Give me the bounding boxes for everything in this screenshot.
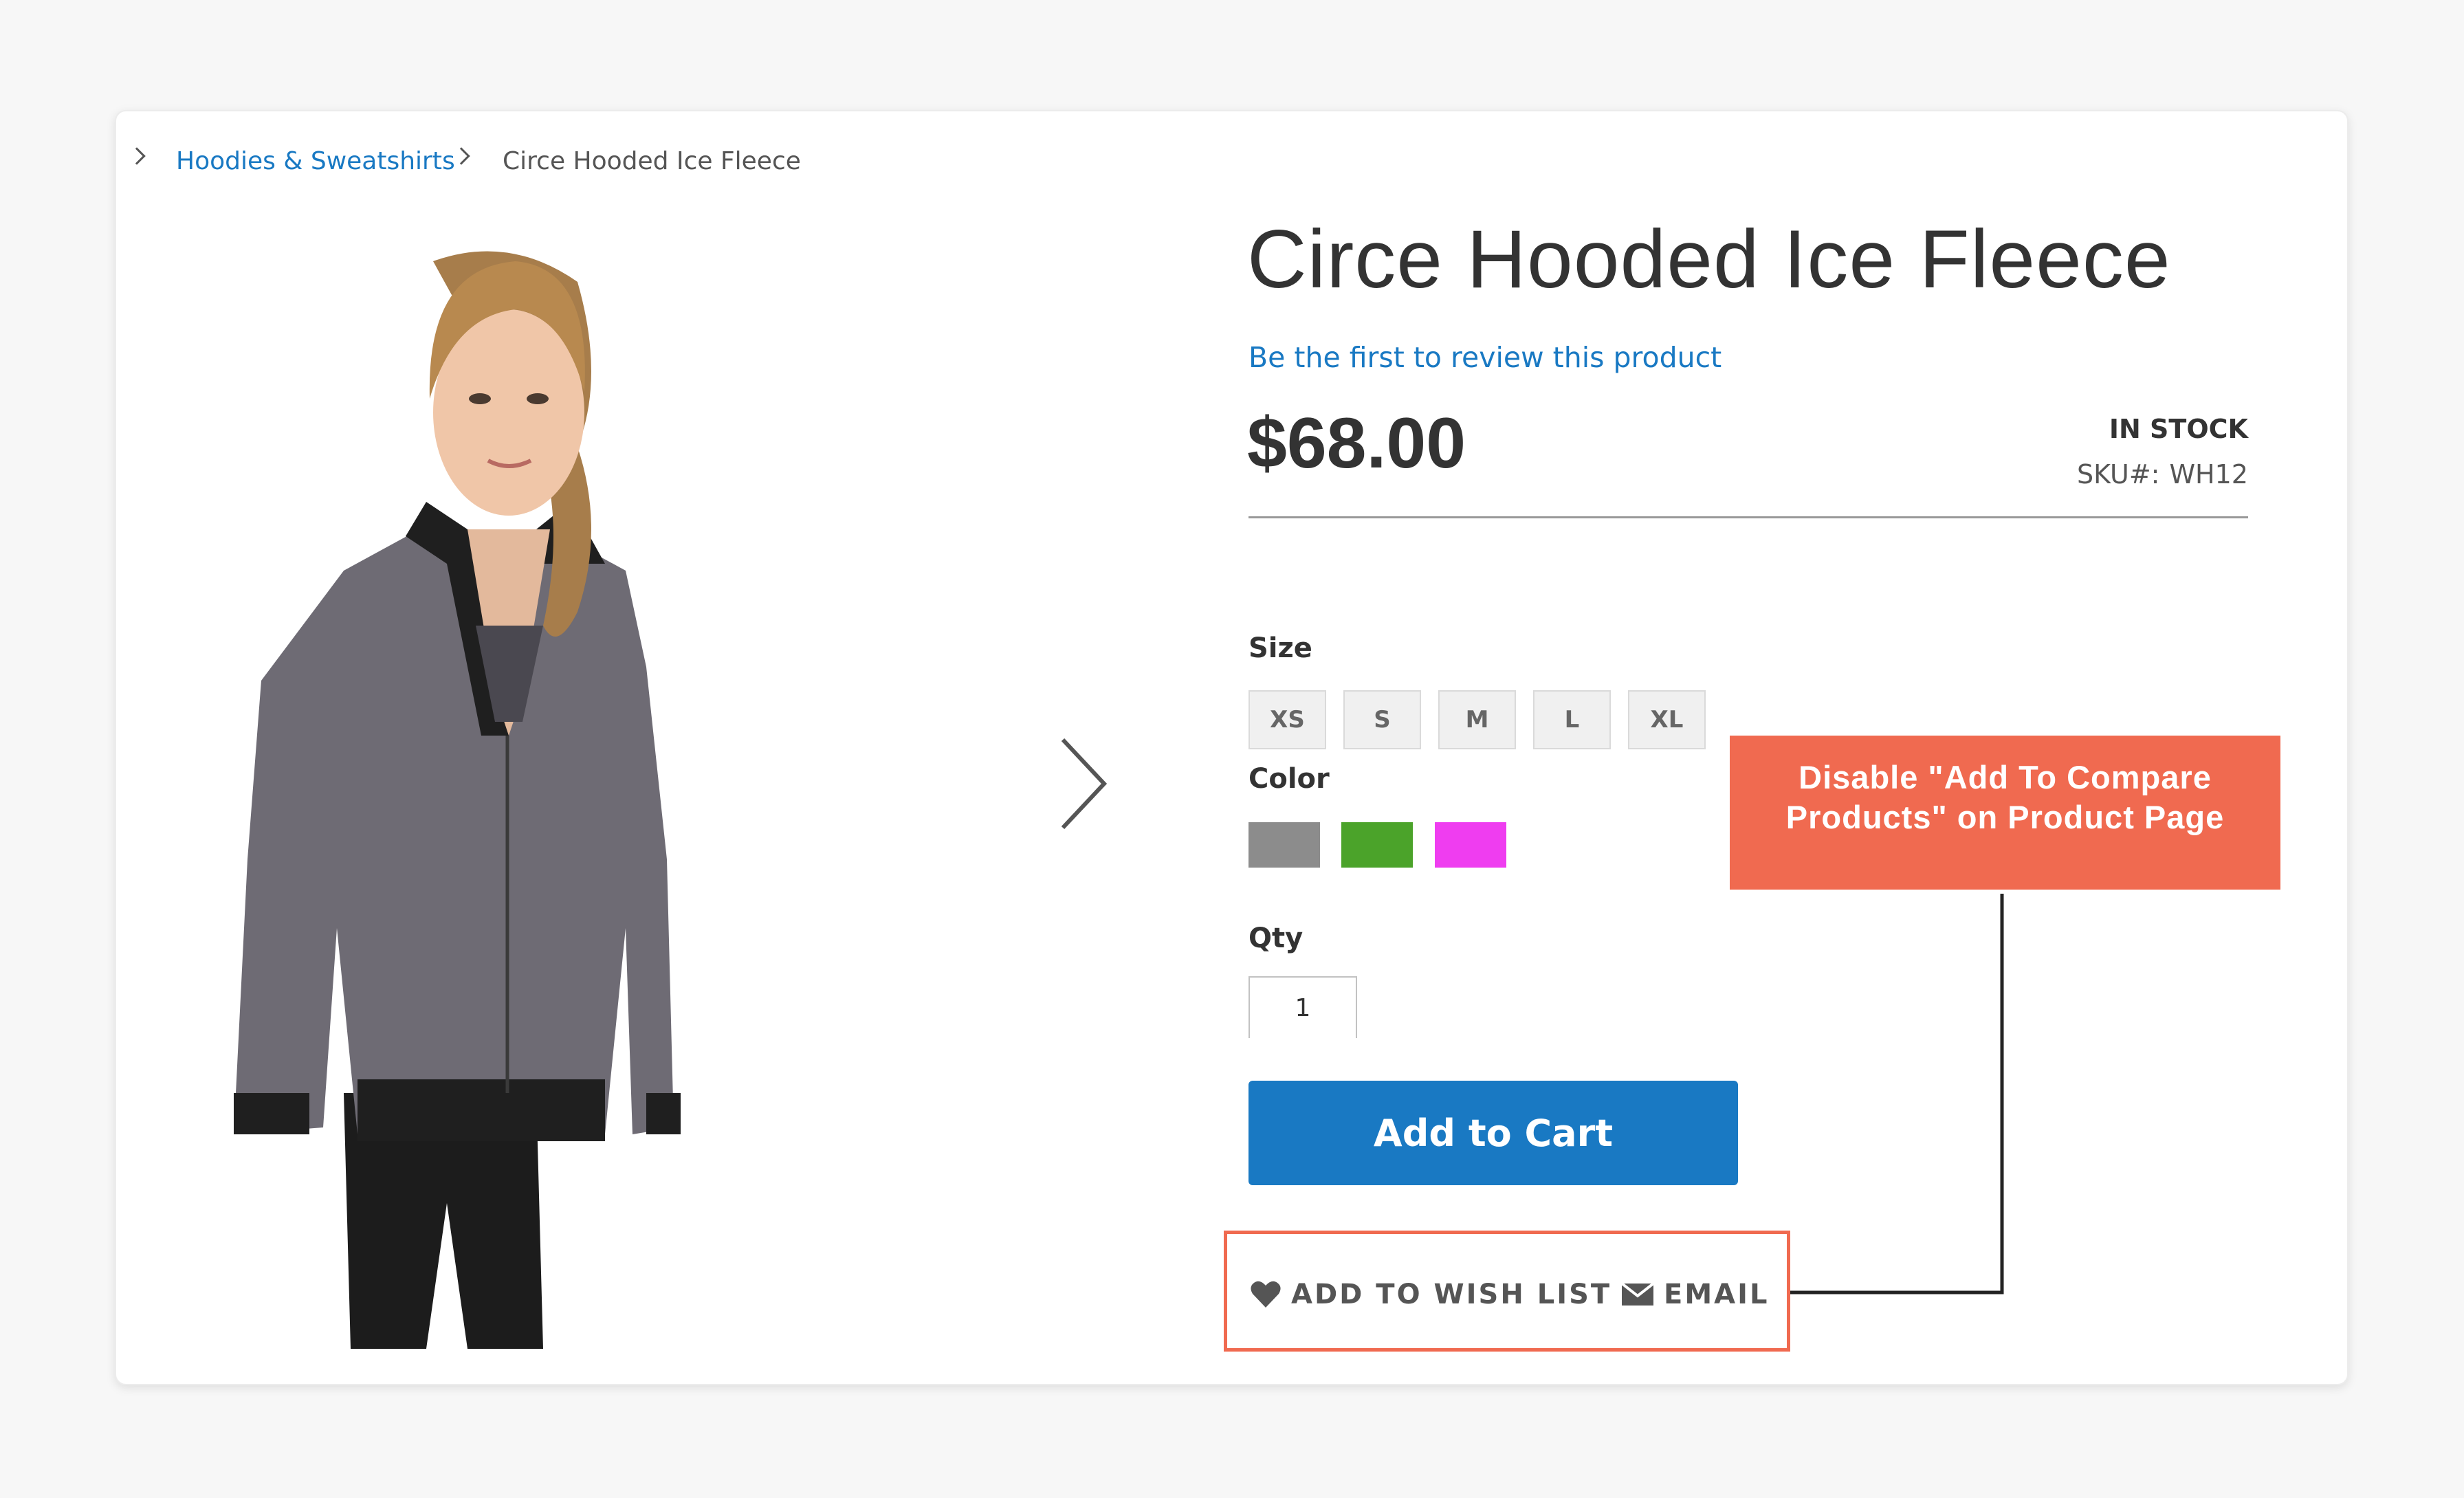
size-swatch-xs[interactable]: XS [1248, 690, 1326, 749]
breadcrumb-current: Circe Hooded Ice Fleece [503, 147, 801, 175]
gallery-next-arrow-icon[interactable] [1056, 736, 1111, 832]
email-link[interactable]: EMAIL [1621, 1279, 1769, 1310]
breadcrumb-category-link[interactable]: Hoodies & Sweatshirts [176, 147, 455, 175]
sku-label: SKU#: [2077, 459, 2160, 489]
email-label: EMAIL [1664, 1279, 1770, 1310]
size-swatch-m[interactable]: M [1438, 690, 1516, 749]
wishlist-label: ADD TO WISH LIST [1291, 1279, 1612, 1310]
color-label: Color [1248, 763, 1330, 795]
annotation-line-2: Products" on Product Page [1785, 799, 2225, 835]
stock-status: IN STOCK [2109, 414, 2248, 444]
qty-input[interactable] [1248, 976, 1357, 1038]
heart-icon [1251, 1281, 1281, 1308]
product-image [234, 251, 681, 1349]
size-swatch-l[interactable]: L [1533, 690, 1611, 749]
annotation-callout: Disable "Add To Compare Products" on Pro… [1730, 736, 2280, 890]
qty-label: Qty [1248, 923, 1304, 954]
color-swatch-pink[interactable] [1435, 822, 1506, 868]
size-swatch-s[interactable]: S [1343, 690, 1421, 749]
divider [1248, 516, 2248, 518]
size-swatch-xl[interactable]: XL [1628, 690, 1706, 749]
add-to-cart-button[interactable]: Add to Cart [1248, 1081, 1738, 1185]
product-title: Circe Hooded Ice Fleece [1247, 213, 2171, 305]
add-to-wishlist-link[interactable]: ADD TO WISH LIST [1250, 1279, 1612, 1310]
annotation-line-1: Disable "Add To Compare [1798, 759, 2212, 795]
review-link[interactable]: Be the first to review this product [1248, 341, 1722, 374]
size-label: Size [1248, 632, 1312, 664]
color-swatch-green[interactable] [1341, 822, 1413, 868]
color-swatch-gray[interactable] [1248, 822, 1320, 868]
product-price: $68.00 [1247, 404, 1466, 483]
envelope-icon [1621, 1282, 1654, 1306]
sku-value: WH12 [2169, 459, 2248, 489]
product-sku: SKU#: WH12 [2077, 459, 2248, 489]
